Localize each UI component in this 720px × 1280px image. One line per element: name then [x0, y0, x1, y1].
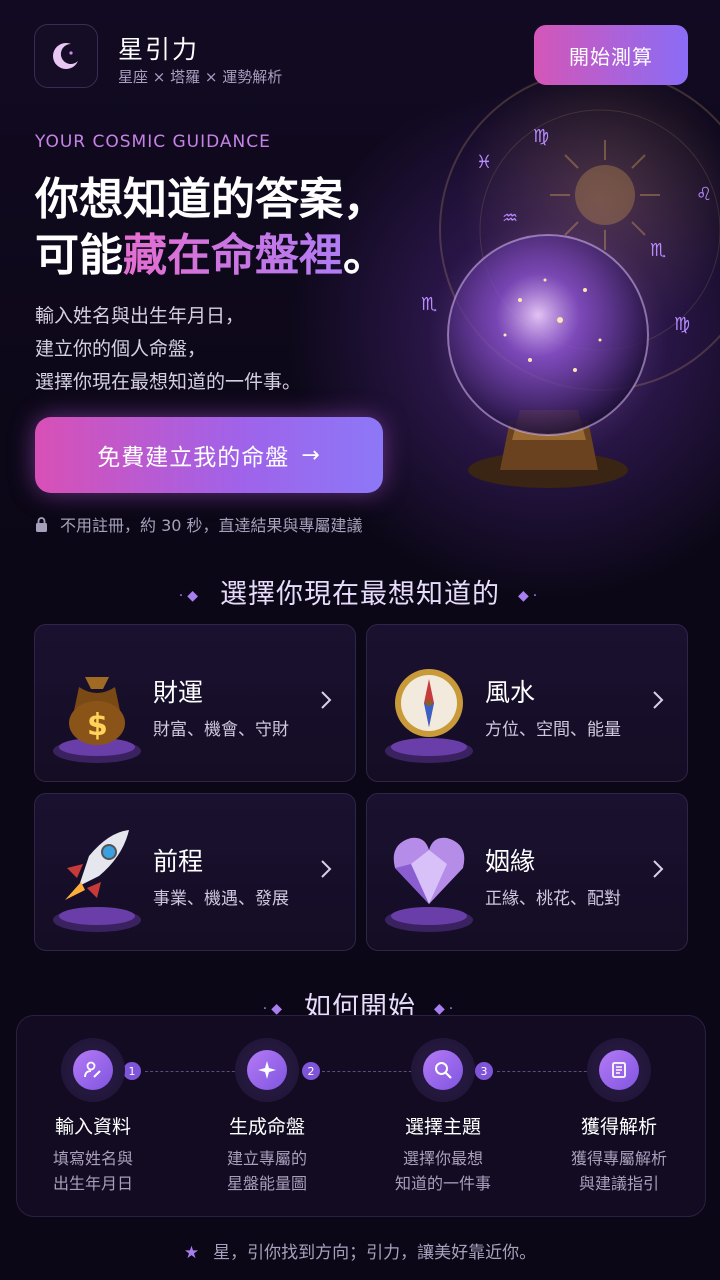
- step-number: 1: [123, 1062, 141, 1080]
- step-desc: 建立專屬的星盤能量圖: [187, 1146, 347, 1196]
- step-desc: 獲得專屬解析 與建議指引: [539, 1146, 699, 1196]
- topics-title-text: 選擇你現在最想知道的: [220, 579, 500, 610]
- step-desc: 填寫姓名與出生年月日: [13, 1146, 173, 1196]
- step-desc-line: 填寫姓名與: [52, 1149, 133, 1168]
- step-desc-line: 星盤能量圖: [226, 1174, 307, 1193]
- footer-text: 星，引你找到方向；引力，讓美好靠近你。: [213, 1243, 537, 1263]
- step-desc-line: 獲得專屬解析: [570, 1149, 667, 1168]
- how-to-start-panel: 1 2 3 輸入資料 填寫姓名與出生年月日 生成命盤 建立專屬的星盤能量圖 選擇…: [16, 1015, 706, 1217]
- topic-card-fengshui[interactable]: 風水 方位、空間、能量: [366, 624, 688, 782]
- step-connector: [322, 1071, 422, 1072]
- step-connector: [145, 1071, 245, 1072]
- topic-subtitle: 事業、機遇、發展: [153, 889, 289, 909]
- rocket-icon: [49, 816, 145, 936]
- moon-icon: [53, 43, 78, 69]
- signup-note: 不用註冊，約 30 秒，直達結果與專屬建議: [35, 512, 363, 536]
- step-desc-line: 選擇你最想: [402, 1149, 483, 1168]
- start-reading-button[interactable]: 開始測算: [534, 25, 688, 85]
- sparkle-icon: [247, 1050, 287, 1090]
- topic-subtitle: 正緣、桃花、配對: [485, 889, 621, 909]
- step-icon-ring: [61, 1038, 125, 1102]
- headline-suffix: 。: [343, 230, 387, 281]
- step-icon-ring: [411, 1038, 475, 1102]
- brand-subtitle: 星座 × 塔羅 × 運勢解析: [118, 68, 283, 86]
- step-desc-line: 與建議指引: [578, 1174, 659, 1193]
- headline-line-1: 你想知道的答案，: [35, 174, 387, 225]
- svg-text:♍: ♍: [674, 314, 690, 335]
- step-desc: 選擇你最想知道的一件事: [363, 1146, 523, 1196]
- chevron-right-icon: [321, 691, 332, 709]
- money-bag-icon: $: [49, 647, 145, 767]
- svg-text:♌: ♌: [696, 184, 712, 205]
- hero-description: 輸入姓名與出生年月日， 建立你的個人命盤， 選擇你現在最想知道的一件事。: [35, 300, 301, 399]
- svg-text:♒: ♒: [502, 208, 518, 229]
- step-icon-ring: [587, 1038, 651, 1102]
- topic-title: 財運: [153, 678, 204, 707]
- chevron-right-icon: [653, 691, 664, 709]
- lock-icon: [35, 516, 48, 532]
- desc-line: 選擇你現在最想知道的一件事。: [35, 371, 302, 393]
- topic-cards: $ 財運 財富、機會、守財 風水 方位、空間、能量 前程 事業、機遇、發展 姻緣…: [34, 624, 688, 951]
- headline-prefix: 可能: [35, 230, 123, 281]
- sparkle-icon: ·◆: [178, 587, 202, 604]
- svg-text:♏: ♏: [421, 294, 437, 315]
- create-chart-button[interactable]: 免費建立我的命盤 →: [35, 417, 383, 493]
- topics-section-title: ·◆ 選擇你現在最想知道的 ◆·: [0, 572, 720, 611]
- topic-title: 前程: [153, 847, 204, 876]
- step-icon-ring: [235, 1038, 299, 1102]
- headline-highlight: 藏在命盤裡: [123, 230, 343, 281]
- step-desc-line: 出生年月日: [52, 1174, 133, 1193]
- step-title: 選擇主題: [404, 1116, 481, 1138]
- chevron-right-icon: [653, 860, 664, 878]
- topic-card-love[interactable]: 姻緣 正緣、桃花、配對: [366, 793, 688, 951]
- step-number: 2: [302, 1062, 320, 1080]
- note-text: 不用註冊，約 30 秒，直達結果與專屬建議: [60, 516, 363, 535]
- heart-gem-icon: [381, 816, 477, 936]
- svg-text:♏: ♏: [650, 240, 666, 261]
- user-edit-icon: [73, 1050, 113, 1090]
- app-logo[interactable]: [34, 24, 98, 88]
- step-title: 獲得解析: [580, 1116, 657, 1138]
- app-header: 星引力 星座 × 塔羅 × 運勢解析 開始測算: [34, 24, 688, 90]
- topic-title: 風水: [485, 678, 536, 707]
- step-desc-line: 知道的一件事: [394, 1174, 491, 1193]
- desc-line: 建立你的個人命盤，: [35, 338, 207, 360]
- topic-subtitle: 方位、空間、能量: [485, 720, 621, 740]
- brand-title: 星引力: [118, 35, 200, 64]
- search-icon: [423, 1050, 463, 1090]
- svg-text:$: $: [87, 708, 108, 743]
- step-number: 3: [475, 1062, 493, 1080]
- topic-card-wealth[interactable]: $ 財運 財富、機會、守財: [34, 624, 356, 782]
- step-title: 生成命盤: [228, 1116, 305, 1138]
- footer-slogan: ★ 星，引你找到方向；引力，讓美好靠近你。: [0, 1238, 720, 1263]
- desc-line: 輸入姓名與出生年月日，: [35, 305, 245, 327]
- chevron-right-icon: [321, 860, 332, 878]
- topic-title: 姻緣: [485, 847, 536, 876]
- topic-card-career[interactable]: 前程 事業、機遇、發展: [34, 793, 356, 951]
- compass-icon: [381, 647, 477, 767]
- svg-text:♍: ♍: [533, 126, 549, 147]
- sparkle-icon: ◆·: [518, 587, 542, 604]
- svg-text:♓: ♓: [476, 152, 492, 173]
- step-title: 輸入資料: [54, 1116, 131, 1138]
- step-desc-line: 建立專屬的: [226, 1149, 307, 1168]
- scroll-icon: [599, 1050, 639, 1090]
- hero-tagline: YOUR COSMIC GUIDANCE: [35, 132, 271, 152]
- cta-label: 免費建立我的命盤: [97, 445, 290, 471]
- arrow-right-icon: →: [301, 442, 321, 468]
- headline-line-2: 可能藏在命盤裡。: [35, 228, 387, 284]
- step-connector: [497, 1071, 597, 1072]
- topic-subtitle: 財富、機會、守財: [153, 720, 289, 740]
- star-icon: ★: [183, 1243, 200, 1263]
- hero-headline: 你想知道的答案， 可能藏在命盤裡。: [35, 172, 387, 284]
